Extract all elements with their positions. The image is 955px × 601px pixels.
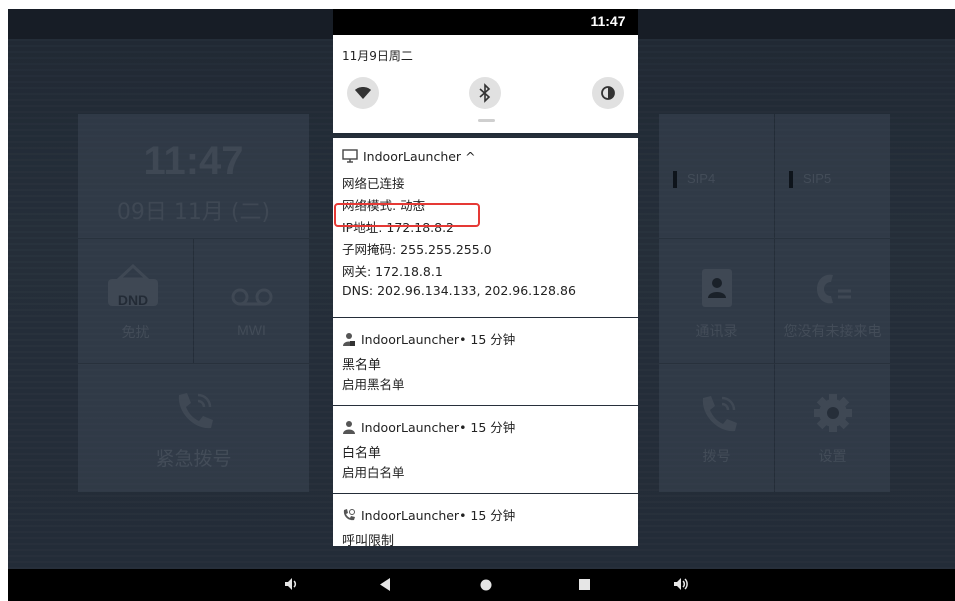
notification-header: IndoorLauncher• 15 分钟 bbox=[342, 329, 515, 348]
status-bar: 11:47 bbox=[333, 9, 638, 35]
volume-down-icon[interactable] bbox=[284, 577, 298, 591]
notification-header: IndoorLauncher ^ bbox=[342, 149, 476, 164]
notification-whitelist[interactable]: IndoorLauncher• 15 分钟 白名单 启用白名单 bbox=[333, 406, 638, 493]
subnet-mask: 子网掩码: 255.255.255.0 bbox=[342, 242, 492, 257]
notification-title: 白名单 bbox=[342, 446, 382, 461]
blacklist-person-icon bbox=[343, 333, 355, 346]
notification-app-name: IndoorLauncher bbox=[361, 420, 460, 435]
expand-caret[interactable]: ^ bbox=[465, 149, 475, 164]
home-icon[interactable] bbox=[480, 579, 492, 591]
phone-restrict-icon bbox=[343, 509, 355, 521]
qs-drag-handle[interactable] bbox=[478, 119, 495, 122]
dns-servers: DNS: 202.96.134.133, 202.96.128.86 bbox=[342, 283, 576, 298]
back-icon[interactable] bbox=[379, 578, 391, 591]
notification-call-restrict[interactable]: IndoorLauncher• 15 分钟 呼叫限制 bbox=[333, 494, 638, 546]
ip-highlight-box bbox=[334, 203, 480, 227]
bluetooth-icon bbox=[479, 83, 491, 103]
volume-up-icon[interactable] bbox=[673, 577, 689, 591]
device-screen: 11:47 09日 11月 (二) DND 免扰 MWI 紧急拨号 SIP4 S… bbox=[8, 9, 955, 601]
notification-header: IndoorLauncher• 15 分钟 bbox=[342, 505, 515, 524]
notification-text: 启用黑名单 bbox=[342, 377, 405, 392]
qs-bluetooth-button[interactable] bbox=[469, 77, 501, 109]
notification-title: 黑名单 bbox=[342, 358, 382, 373]
person-icon bbox=[343, 421, 355, 434]
notification-time: • 15 分钟 bbox=[459, 508, 516, 523]
navigation-bar bbox=[8, 569, 955, 601]
qs-date: 11月9日周二 bbox=[342, 49, 413, 63]
notification-app-name: IndoorLauncher bbox=[361, 508, 460, 523]
notification-time: • 15 分钟 bbox=[459, 332, 516, 347]
quick-settings-panel: 11月9日周二 bbox=[333, 35, 638, 133]
qs-wifi-button[interactable] bbox=[347, 77, 379, 109]
notification-app-name: IndoorLauncher bbox=[361, 332, 460, 347]
notification-blacklist[interactable]: IndoorLauncher• 15 分钟 黑名单 启用黑名单 bbox=[333, 318, 638, 405]
notification-time: • 15 分钟 bbox=[459, 420, 516, 435]
notification-text: 启用白名单 bbox=[342, 465, 405, 480]
status-time: 11:47 bbox=[590, 13, 626, 29]
gateway: 网关: 172.18.8.1 bbox=[342, 264, 443, 279]
qs-invert-button[interactable] bbox=[592, 77, 624, 109]
monitor-icon bbox=[342, 149, 358, 163]
invert-colors-icon bbox=[601, 86, 615, 100]
wifi-icon bbox=[355, 87, 371, 99]
recents-icon[interactable] bbox=[579, 579, 590, 590]
notification-app-name: IndoorLauncher bbox=[363, 149, 462, 164]
notification-title: 呼叫限制 bbox=[342, 534, 395, 546]
notification-header: IndoorLauncher• 15 分钟 bbox=[342, 417, 515, 436]
notification-network[interactable]: IndoorLauncher ^ 网络已连接 网络模式: 动态 IP地址: 17… bbox=[333, 138, 638, 317]
network-status: 网络已连接 bbox=[342, 176, 405, 191]
